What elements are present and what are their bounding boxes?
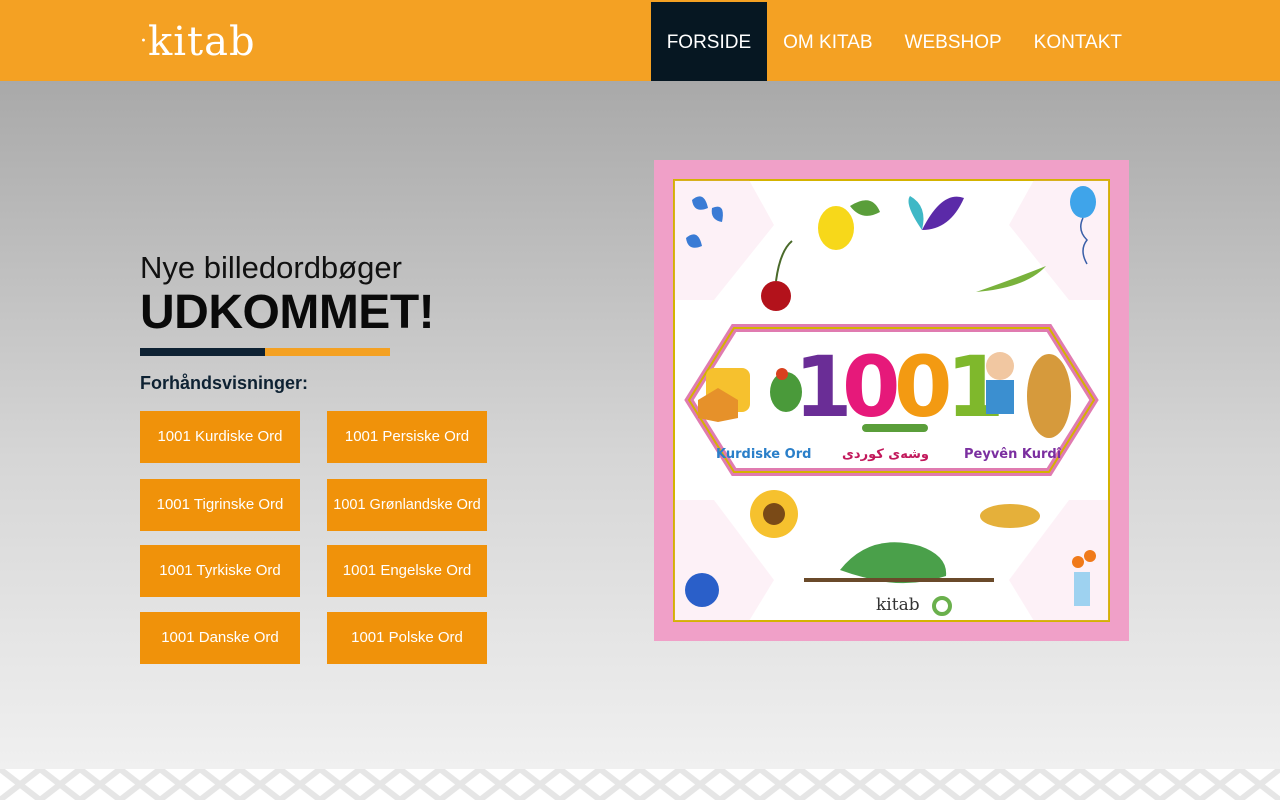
nav-forside[interactable]: FORSIDE xyxy=(650,2,768,83)
fish-icon xyxy=(980,504,1040,528)
headline-underline-orange xyxy=(265,348,390,356)
preview-button-engelske[interactable]: 1001 Engelske Ord xyxy=(327,545,487,597)
leopard-icon xyxy=(1027,354,1071,438)
cover-logo-text: kitab xyxy=(876,595,920,615)
decorative-pattern-strip xyxy=(0,769,1280,800)
hero-headline: UDKOMMET! xyxy=(140,286,435,339)
boy-icon xyxy=(986,352,1014,414)
preview-button-polske[interactable]: 1001 Polske Ord xyxy=(327,612,487,664)
nav-kontakt[interactable]: KONTAKT xyxy=(1018,2,1138,83)
logo-dot: · xyxy=(140,29,148,54)
nav-webshop[interactable]: WEBSHOP xyxy=(889,2,1018,83)
top-bar: ·kitab FORSIDE OM KITAB WEBSHOP KONTAKT xyxy=(0,0,1280,83)
book-cover-image[interactable]: 1 0 0 1 Kurdiske Ord وشەی کوردی Peyvên K… xyxy=(654,160,1129,641)
preview-button-tyrkiske[interactable]: 1001 Tyrkiske Ord xyxy=(140,545,300,597)
book-cover-illustration: 1 0 0 1 Kurdiske Ord وشەی کوردی Peyvên K… xyxy=(654,160,1129,641)
kitab-logo[interactable]: ·kitab xyxy=(140,20,256,68)
nav-om-kitab[interactable]: OM KITAB xyxy=(767,2,888,83)
cover-caption-left: Kurdiske Ord xyxy=(716,447,811,462)
cover-digit-0a: 0 xyxy=(842,338,900,436)
cover-caption-mid: وشەی کوردی xyxy=(842,447,929,462)
preview-button-danske[interactable]: 1001 Danske Ord xyxy=(140,612,300,664)
logo-text: kitab xyxy=(148,19,256,65)
headline-underline-dark xyxy=(140,348,265,356)
ball-icon xyxy=(685,573,719,607)
main-nav: FORSIDE OM KITAB WEBSHOP KONTAKT xyxy=(650,2,1138,83)
sunflower-icon xyxy=(750,490,798,538)
cover-digit-0b: 0 xyxy=(894,338,952,436)
preview-button-kurdiske[interactable]: 1001 Kurdiske Ord xyxy=(140,411,300,463)
preview-button-persiske[interactable]: 1001 Persiske Ord xyxy=(327,411,487,463)
preview-button-gronlandske[interactable]: 1001 Grønlandske Ord xyxy=(327,479,487,531)
preview-button-tigrinske[interactable]: 1001 Tigrinske Ord xyxy=(140,479,300,531)
pattern-graphic xyxy=(0,769,1280,800)
preview-label: Forhåndsvisninger: xyxy=(140,373,309,393)
hero-subtitle: Nye billedordbøger xyxy=(140,250,402,285)
cover-caption-right: Peyvên Kurdî xyxy=(964,447,1062,462)
